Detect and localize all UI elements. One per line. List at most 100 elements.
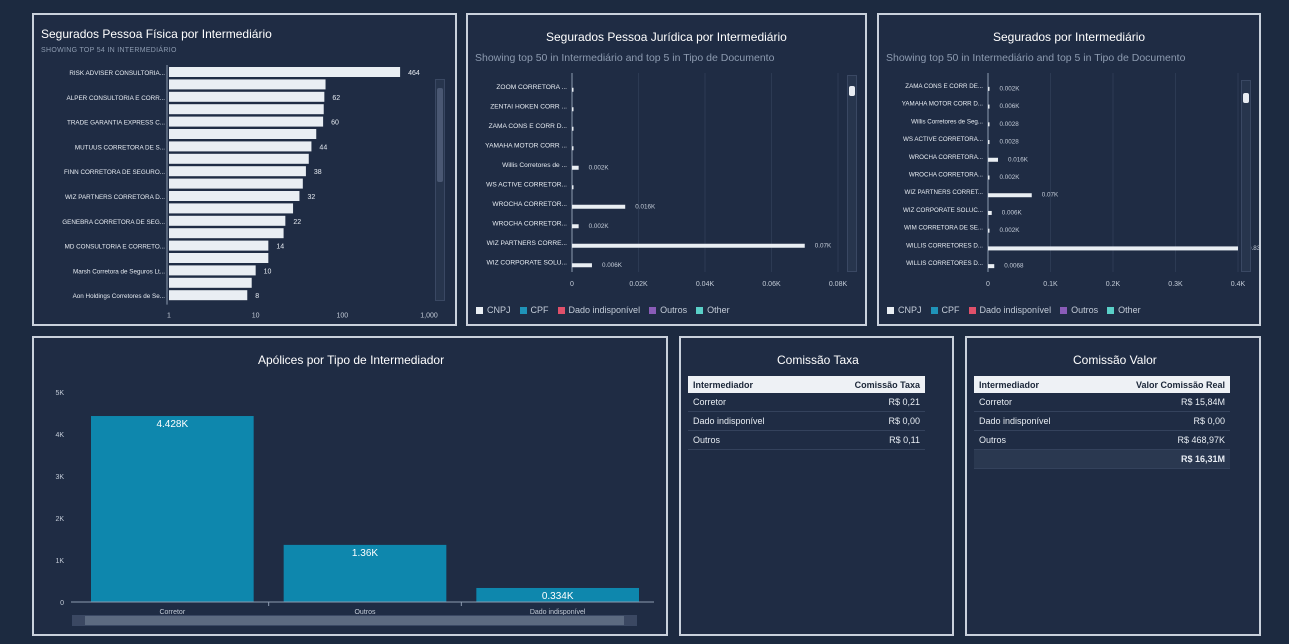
total-value: R$ 16,31M xyxy=(1089,449,1230,469)
apolices-bar[interactable] xyxy=(91,416,254,602)
apolices-hscroll-right-arrow[interactable] xyxy=(624,616,636,625)
value-label: 0.006K xyxy=(1002,209,1023,216)
pf-bar[interactable] xyxy=(169,153,309,164)
cnpj-bar[interactable] xyxy=(572,146,574,151)
apolices-hscroll[interactable] xyxy=(72,615,637,626)
seg-scrollbar[interactable] xyxy=(1241,80,1251,272)
cnpj-bar[interactable] xyxy=(988,175,990,180)
pf-scroll-thumb[interactable] xyxy=(437,88,443,182)
pf-scrollbar[interactable] xyxy=(435,79,445,301)
pf-category-label: MD CONSULTORIA E CORRETO... xyxy=(65,244,166,251)
valor-col-intermediador[interactable]: Intermediador xyxy=(974,376,1090,393)
pf-category-label: ALPER CONSULTORIA E CORR... xyxy=(67,95,166,102)
table-row[interactable]: Outros R$ 0,11 xyxy=(688,430,925,450)
cnpj-bar[interactable] xyxy=(572,263,592,268)
cnpj-bar[interactable] xyxy=(988,210,992,215)
pf-bar[interactable] xyxy=(169,67,401,77)
legend-item[interactable]: Other xyxy=(696,305,730,315)
seg-title: Segurados por Intermediário xyxy=(993,30,1146,44)
pf-bar[interactable] xyxy=(169,141,312,152)
legend-item[interactable]: Dado indisponível xyxy=(557,305,640,315)
cnpj-bar[interactable] xyxy=(988,193,1032,198)
category-label: YAMAHA MOTOR CORR ... xyxy=(485,142,567,149)
pj-scrollbar[interactable] xyxy=(847,75,857,272)
taxa-header-row: Intermediador Comissão Taxa xyxy=(688,376,925,393)
pf-value-label: 8 xyxy=(255,293,259,300)
taxa-col-comissao[interactable]: Comissão Taxa xyxy=(811,376,925,393)
pf-bar[interactable] xyxy=(169,79,326,90)
cnpj-bar[interactable] xyxy=(988,264,995,269)
pf-bar[interactable] xyxy=(169,166,306,177)
pf-bar[interactable] xyxy=(169,215,286,226)
y-tick-label: 4K xyxy=(55,432,64,439)
cnpj-bar[interactable] xyxy=(572,87,574,92)
legend-swatch xyxy=(557,306,565,314)
legend-item[interactable]: Outros xyxy=(649,305,687,315)
cnpj-bar[interactable] xyxy=(572,185,574,190)
pf-bar[interactable] xyxy=(169,191,300,201)
cnpj-bar[interactable] xyxy=(572,165,579,170)
pf-bar[interactable] xyxy=(169,290,248,301)
category-label: ZAMA CONS E CORR DE... xyxy=(905,83,983,90)
pj-scroll-thumb[interactable] xyxy=(849,86,855,96)
apolices-hscroll-left-arrow[interactable] xyxy=(73,616,85,625)
pf-bar[interactable] xyxy=(169,265,256,276)
pf-subtitle: SHOWING TOP 54 IN INTERMEDIÁRIO xyxy=(41,47,177,54)
cnpj-bar[interactable] xyxy=(988,122,990,127)
pf-category-label: TRADE GARANTIA EXPRESS C... xyxy=(67,120,165,127)
legend-item[interactable]: Other xyxy=(1107,305,1141,315)
legend-item[interactable]: CNPJ xyxy=(476,305,511,315)
cnpj-bar[interactable] xyxy=(988,140,990,145)
pf-bar[interactable] xyxy=(169,240,269,251)
valor-panel: Comissão Valor Intermediador Valor Comis… xyxy=(965,336,1261,636)
legend-item[interactable]: CNPJ xyxy=(887,305,922,315)
table-row[interactable]: Outros R$ 468,97K xyxy=(974,430,1230,450)
apolices-chart: 01K2K3K4K5K4.428KCorretor1.36KOutros0.33… xyxy=(55,390,654,616)
legend-item[interactable]: CPF xyxy=(930,305,960,315)
cnpj-bar[interactable] xyxy=(988,86,990,91)
pf-bar[interactable] xyxy=(169,203,294,214)
cnpj-bar[interactable] xyxy=(988,104,990,109)
pf-bar[interactable] xyxy=(169,178,303,189)
legend-item[interactable]: Dado indisponível xyxy=(968,305,1051,315)
legend-item[interactable]: Outros xyxy=(1060,305,1098,315)
cnpj-bar[interactable] xyxy=(572,224,579,229)
cnpj-bar[interactable] xyxy=(572,243,805,248)
cnpj-bar[interactable] xyxy=(572,107,574,112)
value-label: 0.002K xyxy=(1000,85,1021,92)
valor-header-row: Intermediador Valor Comissão Real xyxy=(974,376,1230,393)
pf-bar[interactable] xyxy=(169,253,269,263)
pf-category-label: MUTUUS CORRETORA DE S... xyxy=(75,144,165,151)
x-tick-label: 0.2K xyxy=(1106,281,1121,288)
legend-label: Other xyxy=(707,305,730,315)
value-label: 0.07K xyxy=(1042,192,1059,199)
cnpj-bar[interactable] xyxy=(988,246,1238,251)
cnpj-bar[interactable] xyxy=(988,157,998,162)
value-label: 0.002K xyxy=(589,223,610,230)
table-row[interactable]: Corretor R$ 15,84M xyxy=(974,393,1230,412)
table-row[interactable]: Corretor R$ 0,21 xyxy=(688,393,925,412)
pf-bar[interactable] xyxy=(169,129,317,139)
pf-bar[interactable] xyxy=(169,277,252,288)
pf-bar[interactable] xyxy=(169,91,325,102)
apolices-value-label: 4.428K xyxy=(156,419,188,430)
x-tick-label: 0.02K xyxy=(629,281,648,288)
pf-bar[interactable] xyxy=(169,116,324,127)
table-row[interactable]: Dado indisponível R$ 0,00 xyxy=(688,411,925,431)
cnpj-bar[interactable] xyxy=(988,228,990,233)
pf-category-label: Aon Holdings Corretores de Se... xyxy=(73,293,166,300)
cnpj-bar[interactable] xyxy=(572,204,626,209)
seg-scroll-thumb[interactable] xyxy=(1243,93,1249,103)
valor-col-valor[interactable]: Valor Comissão Real xyxy=(1089,376,1230,393)
legend-item[interactable]: CPF xyxy=(519,305,549,315)
cnpj-bar[interactable] xyxy=(572,126,574,131)
pf-title: Segurados Pessoa Física por Intermediári… xyxy=(41,27,272,41)
pf-value-label: 464 xyxy=(408,70,420,77)
pf-bar[interactable] xyxy=(169,104,324,115)
taxa-col-intermediador[interactable]: Intermediador xyxy=(688,376,812,393)
value-label: 0.002K xyxy=(1000,227,1021,234)
table-row[interactable]: Dado indisponível R$ 0,00 xyxy=(974,411,1230,431)
pf-value-label: 38 xyxy=(314,169,322,176)
pf-bar[interactable] xyxy=(169,228,284,239)
y-tick-label: 1K xyxy=(55,558,64,565)
